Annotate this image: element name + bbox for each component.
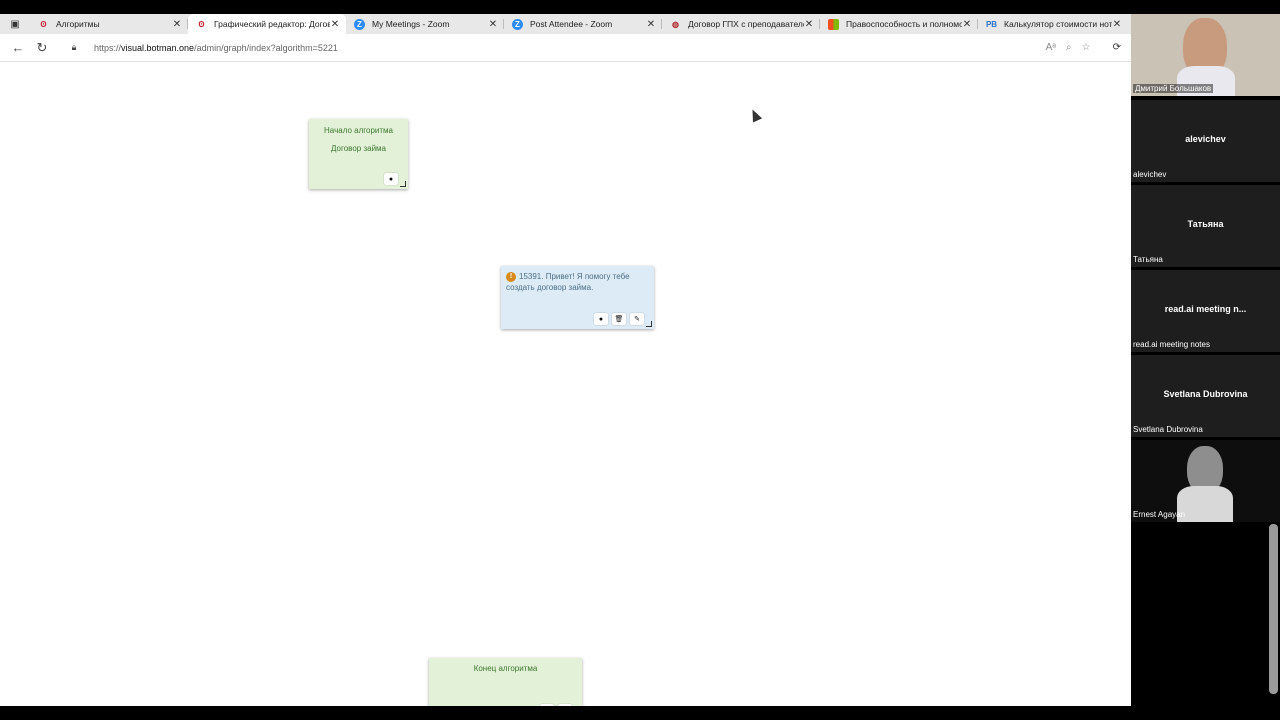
- lock-icon[interactable]: 🔒︎: [62, 36, 86, 60]
- favorites-icon[interactable]: ☆: [1082, 42, 1091, 53]
- extensions-icon[interactable]: ⟳: [1113, 42, 1121, 53]
- close-icon[interactable]: ✕: [804, 19, 814, 30]
- grid-icon: [828, 18, 839, 30]
- end-node[interactable]: Конец алгоритма 🗑︎ ✎: [429, 658, 582, 706]
- edit-icon[interactable]: ✎: [558, 704, 572, 706]
- participant-center-name: Svetlana Dubrovina: [1163, 389, 1248, 399]
- tab-contract[interactable]: ◍ Договор ГПХ с преподавателе ✕: [662, 14, 820, 34]
- tab-bar: ▣ ʘ Алгоритмы ✕ ʘ Графический редактор: …: [0, 14, 1131, 34]
- resize-handle[interactable]: [400, 181, 406, 187]
- zoom-icon: Z: [354, 18, 365, 30]
- close-icon[interactable]: ✕: [1112, 19, 1122, 30]
- pb-icon: PB: [985, 19, 998, 29]
- tab-title: My Meetings - Zoom: [372, 19, 450, 29]
- message-node[interactable]: ! 15391. Привет! Я помогу тебе создать до…: [501, 266, 654, 329]
- url-field[interactable]: https://visual.botman.one/admin/graph/in…: [94, 43, 338, 53]
- node-title: Начало алгоритма: [324, 126, 393, 135]
- participant-video: [1177, 66, 1235, 96]
- read-aloud-icon[interactable]: Aᵃ: [1046, 42, 1056, 53]
- participant-tile[interactable]: Дмитрий Большаков: [1131, 14, 1280, 98]
- doc-icon: ◍: [672, 19, 679, 29]
- zoom-participants-panel: Дмитрий Большаков alevichev alevichev Та…: [1131, 14, 1280, 524]
- back-icon[interactable]: ←: [6, 36, 30, 60]
- close-icon[interactable]: ✕: [330, 19, 340, 30]
- participant-name: Татьяна: [1133, 255, 1163, 264]
- resize-handle[interactable]: [646, 321, 652, 327]
- tab-algorithms[interactable]: ʘ Алгоритмы ✕: [30, 14, 188, 34]
- tab-title: Post Attendee - Zoom: [530, 19, 613, 29]
- add-icon[interactable]: ●: [594, 313, 608, 325]
- window-menu-icon[interactable]: ▣: [0, 14, 30, 34]
- graph-canvas[interactable]: Начало алгоритма Договор займа ● ! 15391.…: [0, 62, 1131, 706]
- message-text: 15391. Привет! Я помогу тебе создать дог…: [506, 272, 630, 292]
- participant-tile[interactable]: read.ai meeting n... read.ai meeting not…: [1131, 270, 1280, 354]
- tab-title: Договор ГПХ с преподавателе: [688, 19, 804, 29]
- tab-my-meetings[interactable]: Z My Meetings - Zoom ✕: [346, 14, 504, 34]
- scrollbar[interactable]: [1269, 524, 1278, 694]
- participant-name: Дмитрий Большаков: [1133, 84, 1214, 93]
- tab-calculator[interactable]: PB Калькулятор стоимости нотар ✕: [978, 14, 1128, 34]
- participant-tile[interactable]: Ernest Agayan: [1131, 440, 1280, 524]
- participant-center-name: alevichev: [1185, 134, 1226, 144]
- participant-name: Svetlana Dubrovina: [1133, 425, 1203, 434]
- browser-window: ▣ ʘ Алгоритмы ✕ ʘ Графический редактор: …: [0, 14, 1131, 706]
- delete-icon[interactable]: 🗑︎: [612, 313, 626, 325]
- node-title: Конец алгоритма: [473, 664, 538, 673]
- participant-name: Ernest Agayan: [1133, 510, 1186, 519]
- botman-icon: ʘ: [40, 19, 47, 29]
- close-icon[interactable]: ✕: [962, 19, 972, 30]
- botman-icon: ʘ: [198, 19, 205, 29]
- edit-icon[interactable]: ✎: [630, 313, 644, 325]
- delete-icon[interactable]: 🗑︎: [540, 704, 554, 706]
- tab-post-attendee[interactable]: Z Post Attendee - Zoom ✕: [504, 14, 662, 34]
- address-bar: ← ↻ 🔒︎ https://visual.botman.one/admin/g…: [0, 34, 1131, 62]
- tab-title: Алгоритмы: [56, 19, 100, 29]
- close-icon[interactable]: ✕: [646, 19, 656, 30]
- tab-legal-capacity[interactable]: Правоспособность и полномо ✕: [820, 14, 978, 34]
- tab-graph-editor[interactable]: ʘ Графический редактор: Догово ✕: [188, 14, 346, 34]
- participant-tile[interactable]: Татьяна Татьяна: [1131, 185, 1280, 269]
- zoom-icon[interactable]: ⌕: [1066, 42, 1072, 53]
- node-subtitle: Договор займа: [331, 144, 386, 153]
- participant-name: read.ai meeting notes: [1133, 340, 1210, 349]
- zoom-icon: Z: [512, 18, 523, 30]
- participant-tile[interactable]: Svetlana Dubrovina Svetlana Dubrovina: [1131, 355, 1280, 439]
- close-icon[interactable]: ✕: [488, 19, 498, 30]
- add-icon[interactable]: ●: [384, 173, 398, 185]
- participant-video: [1177, 486, 1233, 522]
- warning-icon: !: [506, 271, 516, 282]
- tab-title: Правоспособность и полномо: [846, 19, 962, 29]
- participant-center-name: read.ai meeting n...: [1164, 304, 1247, 314]
- reload-icon[interactable]: ↻: [30, 36, 54, 60]
- participant-name: alevichev: [1133, 170, 1167, 179]
- participant-tile[interactable]: alevichev alevichev: [1131, 100, 1280, 184]
- close-icon[interactable]: ✕: [172, 19, 182, 30]
- participant-center-name: Татьяна: [1187, 219, 1224, 229]
- tab-title: Графический редактор: Догово: [214, 19, 330, 29]
- mouse-cursor-icon: [747, 107, 763, 123]
- tab-title: Калькулятор стоимости нотар: [1004, 19, 1112, 29]
- start-node[interactable]: Начало алгоритма Договор займа ●: [309, 119, 408, 189]
